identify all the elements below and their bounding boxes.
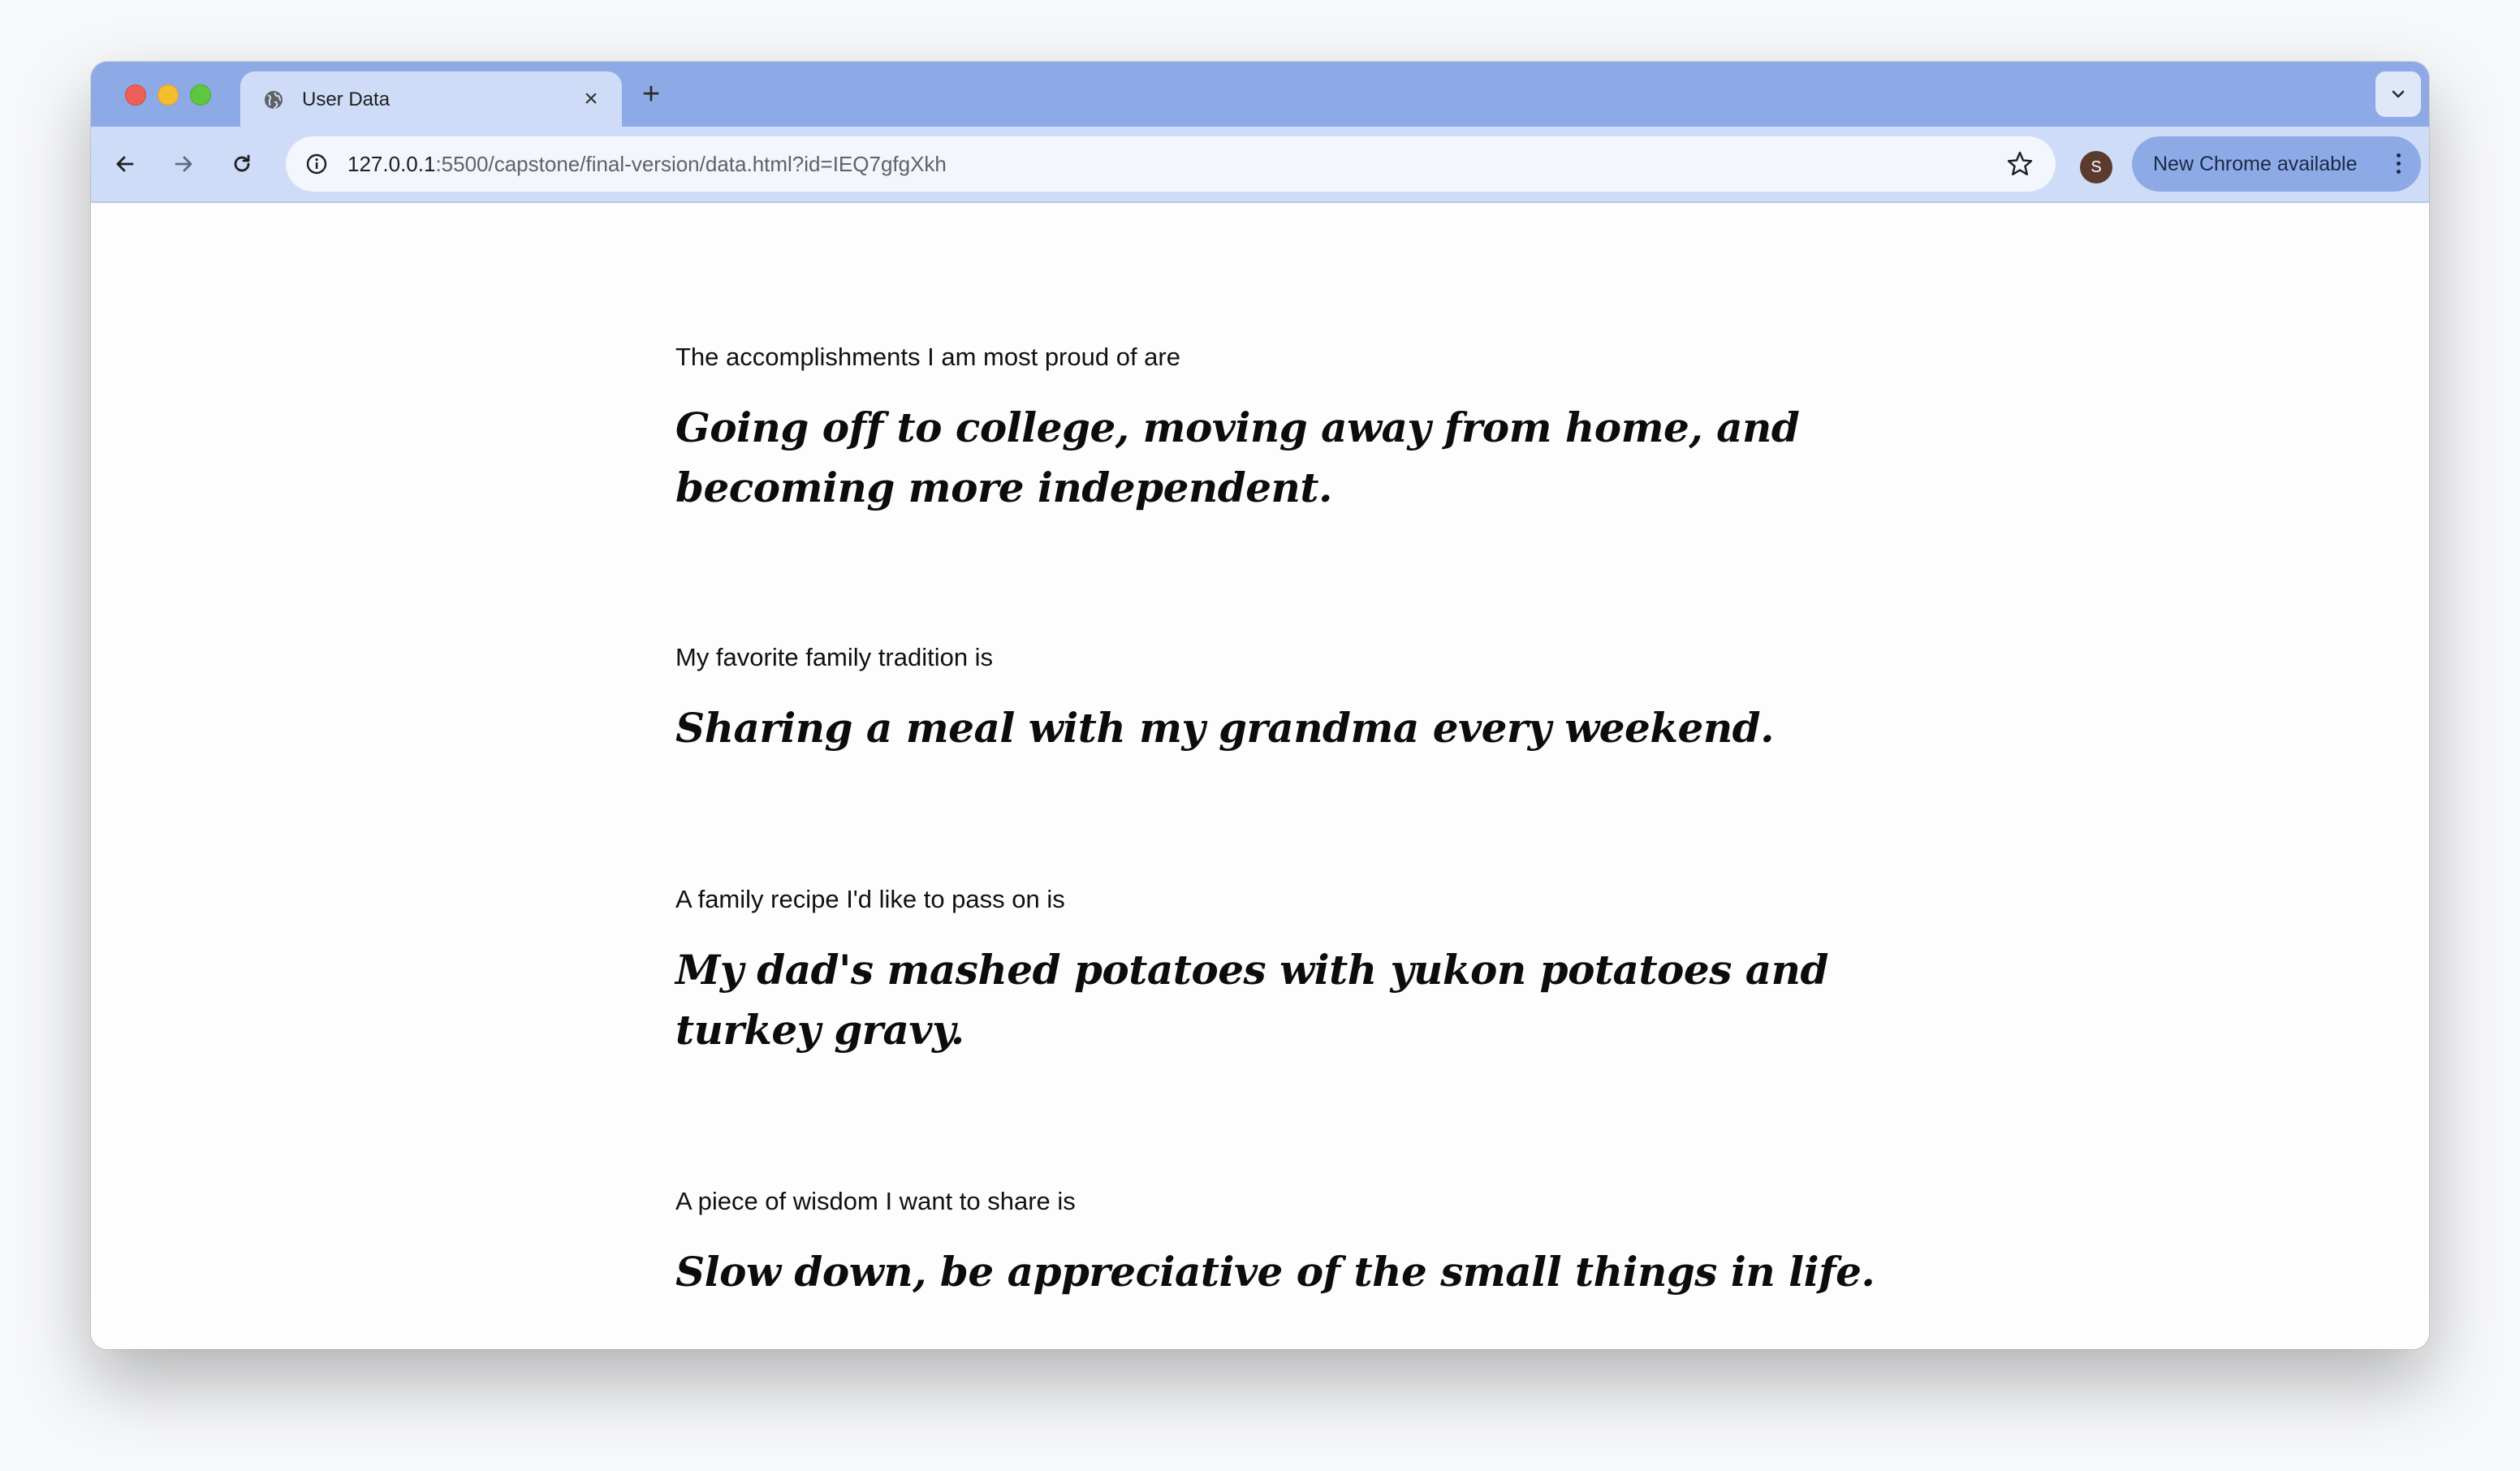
arrow-left-icon [116, 156, 134, 172]
new-tab-button[interactable]: + [635, 78, 667, 110]
site-info-icon[interactable] [297, 145, 336, 183]
minimize-window-button[interactable] [158, 84, 179, 106]
question-label: A family recipe I'd like to pass on is [675, 885, 1065, 913]
entry-family-tradition: My favorite family tradition is Sharing … [675, 641, 1877, 758]
entry-accomplishments: The accomplishments I am most proud of a… [675, 341, 1877, 518]
reload-button[interactable] [224, 146, 260, 182]
url-host: 127.0.0.1 [347, 152, 436, 176]
question-label: My favorite family tradition is [675, 643, 994, 671]
forward-button[interactable] [166, 146, 201, 182]
answer-text: Going off to college, moving away from h… [675, 403, 1800, 511]
answer-text: Sharing a meal with my grandma every wee… [675, 704, 1775, 752]
address-bar[interactable]: 127.0.0.1:5500/capstone/final-version/da… [286, 136, 2056, 192]
bookmark-star-icon[interactable] [2005, 149, 2035, 179]
browser-window: User Data × + 127.0.0.1:5500/capstone/fi… [91, 62, 2429, 1349]
entry-wisdom: A piece of wisdom I want to share is Slo… [675, 1185, 1877, 1302]
tab-strip: User Data × + [91, 62, 2429, 127]
maximize-window-button[interactable] [190, 84, 211, 106]
close-tab-icon[interactable]: × [578, 86, 604, 112]
new-chrome-available-button[interactable]: New Chrome available [2132, 136, 2421, 192]
url-path: :5500/capstone/final-version/data.html?i… [435, 152, 947, 176]
tab-search-button[interactable] [2375, 71, 2421, 117]
tab-title: User Data [302, 88, 391, 110]
reload-icon [234, 154, 250, 172]
url-text[interactable]: 127.0.0.1:5500/capstone/final-version/da… [347, 151, 947, 177]
answer-text: My dad's mashed potatoes with yukon pota… [675, 946, 1828, 1054]
question-label: The accomplishments I am most proud of a… [675, 343, 1180, 371]
question-label: A piece of wisdom I want to share is [675, 1187, 1076, 1215]
back-button[interactable] [107, 146, 143, 182]
update-label: New Chrome available [2153, 153, 2358, 175]
close-window-button[interactable] [125, 84, 146, 106]
answer-text: Slow down, be appreciative of the small … [675, 1248, 1875, 1296]
tab-user-data[interactable]: User Data × [240, 71, 622, 127]
arrow-right-icon [175, 156, 192, 172]
more-menu-icon[interactable] [2393, 151, 2403, 177]
entry-family-recipe: A family recipe I'd like to pass on is M… [675, 883, 1877, 1060]
page-content: The accomplishments I am most proud of a… [91, 203, 2429, 1349]
globe-icon [263, 89, 284, 110]
browser-toolbar: 127.0.0.1:5500/capstone/final-version/da… [91, 127, 2429, 203]
profile-avatar[interactable]: S [2080, 151, 2112, 183]
chevron-down-icon [2392, 90, 2405, 98]
